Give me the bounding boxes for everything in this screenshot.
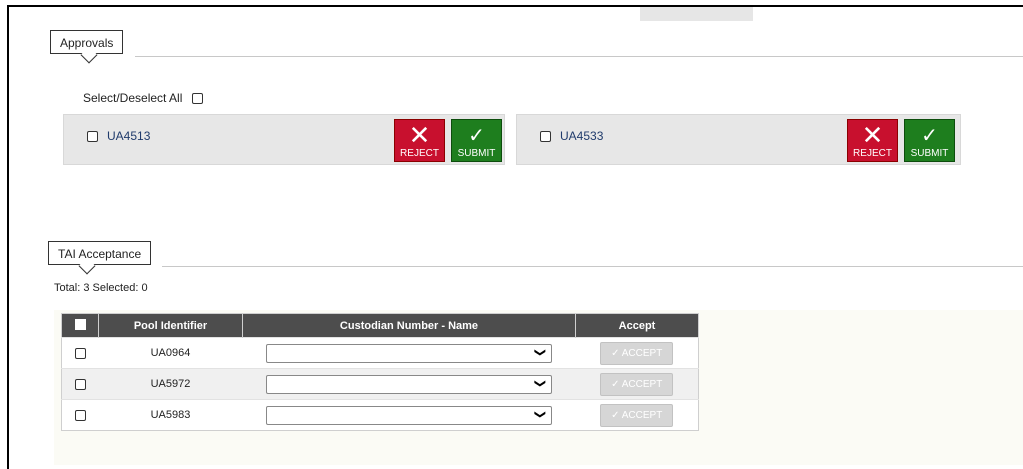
row-checkbox[interactable]: [74, 347, 86, 359]
approval-checkbox[interactable]: [87, 131, 98, 142]
table-row: UA5972 ❯ ✓ ACCEPT: [61, 368, 699, 400]
check-icon: ✓: [468, 125, 485, 147]
tai-table: Pool Identifier Custodian Number - Name …: [61, 313, 699, 431]
custodian-select[interactable]: ❯: [266, 374, 552, 394]
reject-label: REJECT: [853, 148, 892, 159]
accept-button[interactable]: ✓ ACCEPT: [600, 372, 674, 396]
accept-cell: ✓ ACCEPT: [575, 337, 699, 369]
chevron-down-icon: ❯: [533, 378, 546, 388]
row-select-cell: [61, 368, 99, 400]
row-checkbox[interactable]: [74, 378, 86, 390]
approval-card: UA4513 ✕ REJECT ✓ SUBMIT: [63, 114, 505, 165]
tai-section-label: TAI Acceptance: [48, 241, 152, 265]
row-select-cell: [61, 399, 99, 431]
reject-label: REJECT: [400, 148, 439, 159]
approvals-section-label: Approvals: [50, 30, 124, 54]
approval-id-link[interactable]: UA4513: [107, 129, 150, 143]
header-checkbox[interactable]: [74, 318, 86, 330]
approval-id-link[interactable]: UA4533: [560, 129, 603, 143]
reject-button[interactable]: ✕ REJECT: [394, 119, 445, 162]
approval-checkbox[interactable]: [540, 131, 551, 142]
select-all-label: Select/Deselect All: [83, 91, 183, 105]
tai-divider: [162, 266, 1023, 267]
table-row: UA5983 ❯ ✓ ACCEPT: [61, 399, 699, 431]
custodian-select[interactable]: ❯: [266, 343, 552, 363]
select-all-checkbox[interactable]: [191, 93, 203, 105]
chevron-down-icon: ❯: [533, 409, 546, 419]
close-icon: ✕: [861, 120, 884, 150]
custodian-select[interactable]: ❯: [266, 405, 552, 425]
pool-identifier: UA0964: [98, 337, 243, 369]
pool-identifier: UA5983: [98, 399, 243, 431]
table-row: UA0964 ❯ ✓ ACCEPT: [61, 337, 699, 369]
accept-button[interactable]: ✓ ACCEPT: [600, 403, 674, 427]
submit-button[interactable]: ✓ SUBMIT: [451, 119, 502, 162]
close-icon: ✕: [408, 120, 431, 150]
custodian-cell: ❯: [242, 399, 576, 431]
custodian-cell: ❯: [242, 337, 576, 369]
chevron-down-icon: ❯: [533, 347, 546, 357]
check-icon: ✓: [921, 125, 938, 147]
accept-cell: ✓ ACCEPT: [575, 399, 699, 431]
custodian-cell: ❯: [242, 368, 576, 400]
select-all: Select/Deselect All: [83, 91, 203, 105]
pool-identifier: UA5972: [98, 368, 243, 400]
accept-cell: ✓ ACCEPT: [575, 368, 699, 400]
submit-label: SUBMIT: [457, 148, 496, 159]
column-header-custodian[interactable]: Custodian Number - Name: [242, 313, 576, 338]
top-tab[interactable]: [640, 7, 753, 21]
header-select-cell: [61, 313, 99, 338]
row-checkbox[interactable]: [74, 409, 86, 421]
submit-label: SUBMIT: [910, 148, 949, 159]
approval-card: UA4533 ✕ REJECT ✓ SUBMIT: [516, 114, 961, 165]
row-select-cell: [61, 337, 99, 369]
total-count: Total: 3 Selected: 0: [54, 282, 148, 294]
column-header-accept[interactable]: Accept: [575, 313, 699, 338]
column-header-pool[interactable]: Pool Identifier: [98, 313, 243, 338]
approvals-divider: [135, 56, 1023, 57]
reject-button[interactable]: ✕ REJECT: [847, 119, 898, 162]
submit-button[interactable]: ✓ SUBMIT: [904, 119, 955, 162]
accept-button[interactable]: ✓ ACCEPT: [600, 341, 674, 365]
